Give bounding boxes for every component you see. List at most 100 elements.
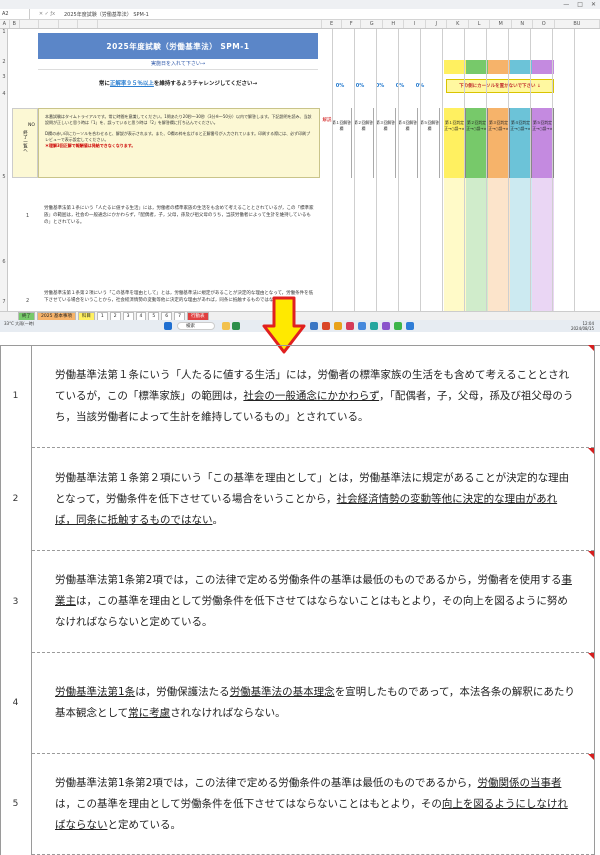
name-box[interactable]: A2 [0, 9, 30, 19]
score-percentage: 0% [335, 83, 345, 89]
column-header[interactable]: N [512, 20, 534, 28]
grid-line [332, 29, 333, 311]
window-titlebar: — □ ✕ [0, 0, 600, 9]
system-tray-clock[interactable]: 12:04 2024/08/15 [571, 321, 594, 331]
column-header[interactable] [59, 20, 79, 28]
question-row: 労働基準法第1条第2項では，この法律で定める労働条件の基準は最低のものであるから… [32, 754, 594, 855]
question-number: 2 [26, 298, 30, 304]
app-icon[interactable] [406, 322, 414, 330]
question-number: 2 [0, 448, 32, 551]
judge-column-header: 第４回判定正→○誤→× [510, 108, 532, 178]
column-header[interactable]: L [469, 20, 491, 28]
column-header[interactable]: G [361, 20, 383, 28]
comment-indicator-icon[interactable] [588, 754, 594, 760]
column-header[interactable]: F [342, 20, 362, 28]
app-icon[interactable] [370, 322, 378, 330]
question-text: 労働基準法第1条第2項では，この法律で定める労働条件の基準は最低のものであるから… [32, 570, 594, 633]
answer-column-header[interactable]: 第５回解答欄 [420, 108, 440, 178]
question-row: 労働基準法第１条にいう「人たるに値する生活」には，労働者の標準家族の生活をも含め… [32, 345, 594, 448]
row-header[interactable]: 4 [0, 91, 8, 97]
column-header[interactable]: A [0, 20, 10, 28]
score-percentage: 0% [395, 83, 405, 89]
question-row: 労働基準法第1条は，労働保護法たる労働基準法の基本理念を宣明したものであって，本… [32, 653, 594, 754]
grid-line [552, 29, 553, 311]
formula-input[interactable]: 2025年度試験（労働基準法） SPM-1 [64, 11, 600, 18]
column-header[interactable]: O [533, 20, 555, 28]
row-header[interactable]: 1 [0, 29, 8, 35]
close-icon[interactable]: ✕ [591, 1, 596, 8]
start-icon[interactable] [164, 322, 172, 330]
goal-pre: 常に [98, 81, 110, 87]
instructions-line-2: D欄の赤い印にカーソルを合わせると、解説が表示されます。また、O欄の枠を広げると… [45, 131, 311, 142]
instructions-box: 本番試験はタイムトライアルです。常に時間を意識してください。1問あたり20秒〜3… [38, 108, 320, 178]
excel-app-icon[interactable] [232, 322, 240, 330]
question-number: 1 [0, 345, 32, 448]
folder-icon[interactable] [222, 322, 230, 330]
answer-column-header[interactable]: 第４回解答欄 [398, 108, 418, 178]
column-header[interactable] [39, 20, 59, 28]
judge-color-cell [488, 60, 510, 74]
answer-column-header[interactable]: 第３回解答欄 [376, 108, 396, 178]
row-headers: 1 2 3 4 5 6 7 [0, 29, 8, 311]
answer-column-header[interactable]: 第１回解答欄 [332, 108, 352, 178]
judge-color-stripe [510, 178, 532, 311]
minimize-icon[interactable]: — [563, 1, 569, 8]
app-icon[interactable] [334, 322, 342, 330]
grid-line [354, 29, 355, 311]
excel-screenshot: — □ ✕ A2 ✕ ✓ ƒx 2025年度試験（労働基準法） SPM-1 AB… [0, 0, 600, 332]
comment-indicator-icon[interactable] [588, 345, 594, 351]
app-icon[interactable] [394, 322, 402, 330]
maximize-icon[interactable]: □ [577, 1, 583, 8]
goal-highlight: 正解率９５％以上 [109, 81, 154, 87]
explanation-label: 解説 [322, 118, 332, 123]
cursor-warning: 下の側にカーソルを置かないで下さい ↓ [446, 79, 554, 93]
column-header[interactable]: J [426, 20, 448, 28]
column-header[interactable]: I [404, 20, 426, 28]
taskbar-search[interactable]: 検索 [177, 322, 215, 330]
column-header[interactable] [78, 20, 98, 28]
judge-column-header: 第２回判定正→○誤→× [466, 108, 488, 178]
app-icon[interactable] [382, 322, 390, 330]
score-percentage: 0% [375, 83, 385, 89]
question-number: 1 [26, 213, 30, 219]
row-header[interactable]: 3 [0, 74, 8, 80]
intro-side-cell: 終了一覧へ [12, 108, 38, 178]
column-header[interactable]: M [490, 20, 512, 28]
zoomed-question-table: 1 労働基準法第１条にいう「人たるに値する生活」には，労働者の標準家族の生活をも含… [0, 345, 600, 855]
app-icon[interactable] [310, 322, 318, 330]
comment-indicator-icon[interactable] [588, 448, 594, 454]
underlined-keyword: 常に考慮 [128, 707, 171, 719]
instructions-warning: ＊理解3回正解で報酬値は発給できなくなります。 [45, 143, 136, 148]
question-text-segment: されなければならない。 [170, 707, 286, 719]
app-icon[interactable] [346, 322, 354, 330]
column-header[interactable]: K [447, 20, 469, 28]
browser-icon[interactable] [358, 322, 366, 330]
weather-widget[interactable]: 33°C 大雨(一時) [4, 321, 34, 326]
comment-indicator-icon[interactable] [588, 551, 594, 557]
judge-color-cell [444, 60, 466, 74]
column-header[interactable]: B [10, 20, 20, 28]
column-header[interactable] [98, 20, 323, 28]
row-header[interactable]: 2 [0, 59, 8, 65]
question-text: 労働基準法第1条第2項では，この法律で定める労働条件の基準は最低のものであるから… [32, 773, 594, 836]
question-text-segment: 労働基準法第1条第2項では，この法律で定める労働条件の基準は最低のものであるから… [55, 776, 478, 789]
app-icon[interactable] [322, 322, 330, 330]
column-header[interactable]: H [383, 20, 405, 28]
goal-post: を維持するようチャレンジしてください→ [153, 81, 258, 87]
column-header[interactable]: E [322, 20, 342, 28]
column-header[interactable] [20, 20, 40, 28]
question-number: 4 [0, 653, 32, 754]
column-header[interactable]: BU [555, 20, 600, 28]
row-header[interactable]: 6 [0, 259, 8, 265]
score-percentage: 0% [355, 83, 365, 89]
comment-indicator-icon[interactable] [588, 653, 594, 659]
row-header[interactable]: 7 [0, 299, 8, 305]
sheet-title: 2025年度試験（労働基準法） SPM-1 [38, 33, 318, 59]
row-header[interactable]: 5 [0, 174, 8, 180]
goal-message: 常に正解率９５％以上を維持するようチャレンジしてください→ [38, 73, 318, 95]
judge-color-stripe [488, 178, 510, 311]
answer-column-header[interactable]: 第２回解答欄 [354, 108, 374, 178]
fx-icon[interactable]: ✕ ✓ ƒx [30, 11, 64, 17]
score-percentages: 0% 0% 0% 0% 0% [330, 80, 430, 93]
grid-line [574, 29, 575, 311]
